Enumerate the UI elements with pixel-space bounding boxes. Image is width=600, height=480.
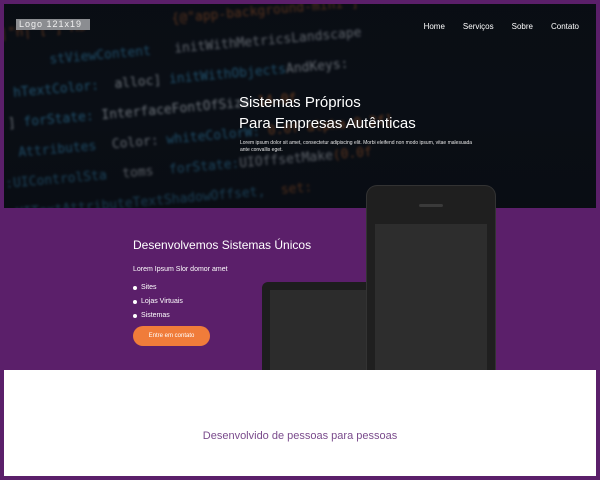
bullet-icon — [133, 300, 137, 304]
nav-link-sobre[interactable]: Sobre — [512, 22, 533, 31]
phone-screen — [375, 224, 487, 372]
bullet-icon — [133, 314, 137, 318]
nav-link-home[interactable]: Home — [424, 22, 445, 31]
page-frame: |"h| [*] MS {@"app-background-mini"] stV… — [0, 0, 600, 480]
feature-list: Sites Lojas Virtuais Sistemas — [133, 281, 183, 323]
tablet-screen — [270, 290, 374, 372]
main-nav: Home Serviços Sobre Contato — [424, 22, 579, 31]
hero-section: |"h| [*] MS {@"app-background-mini"] stV… — [4, 4, 596, 208]
phone-device-image — [367, 186, 495, 372]
feature-item: Sites — [133, 281, 183, 295]
hero-title-line1: Sistemas Próprios — [239, 94, 361, 111]
section-title: Desenvolvemos Sistemas Únicos — [133, 238, 312, 252]
nav-link-contato[interactable]: Contato — [551, 22, 579, 31]
logo-placeholder[interactable]: Logo 121x19 — [16, 19, 90, 30]
tablet-device-image — [262, 282, 382, 372]
bullet-icon — [133, 286, 137, 290]
hero-title-line2: Para Empresas Autênticas — [239, 115, 416, 132]
phone-speaker — [419, 204, 443, 207]
section-intro: Lorem Ipsum Slor domor amet — [133, 266, 228, 273]
hero-description: Lorem ipsum dolor sit amet, consectetur … — [240, 140, 473, 153]
feature-item: Sistemas — [133, 309, 183, 323]
contact-button[interactable]: Entre em contato — [133, 326, 210, 346]
hero-title: Sistemas Próprios Para Empresas Autêntic… — [239, 92, 416, 134]
feature-item: Lojas Virtuais — [133, 295, 183, 309]
tagline-section: Desenvolvido de pessoas para pessoas — [4, 370, 596, 476]
tagline-text: Desenvolvido de pessoas para pessoas — [202, 430, 398, 442]
nav-link-servicos[interactable]: Serviços — [463, 22, 494, 31]
